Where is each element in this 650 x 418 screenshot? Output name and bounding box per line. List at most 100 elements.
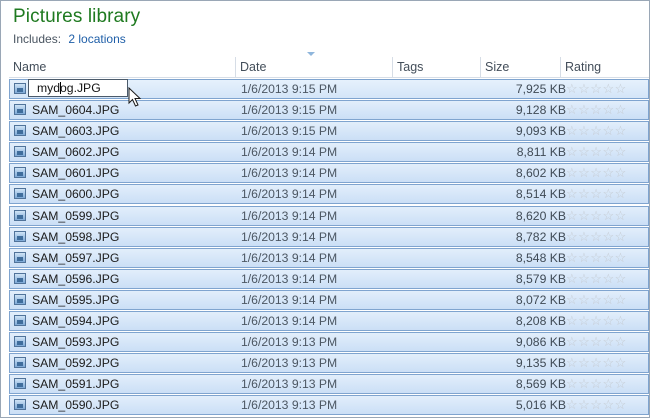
file-name: SAM_0593.JPG <box>32 335 120 350</box>
file-date: 1/6/2013 9:13 PM <box>241 335 338 350</box>
file-size: 9,135 KB <box>515 356 566 371</box>
file-date: 1/6/2013 9:14 PM <box>241 271 338 286</box>
file-date: 1/6/2013 9:14 PM <box>241 229 338 244</box>
library-header: Pictures library Includes: 2 locations <box>13 6 140 46</box>
file-size: 5,016 KB <box>515 398 566 413</box>
file-row[interactable]: SAM_0600.JPG 1/6/2013 9:14 PM 8,514 KB ☆… <box>9 184 649 205</box>
file-size: 9,128 KB <box>515 103 566 118</box>
file-date: 1/6/2013 9:13 PM <box>241 398 338 413</box>
explorer-window: Pictures library Includes: 2 locations N… <box>0 0 650 418</box>
image-file-icon <box>14 125 26 137</box>
file-row[interactable]: SAM_0603.JPG 1/6/2013 9:15 PM 9,093 KB ☆… <box>9 121 649 142</box>
column-rating-header[interactable]: Rating <box>561 57 649 77</box>
file-date: 1/6/2013 9:14 PM <box>241 145 338 160</box>
file-row[interactable]: SAM_0596.JPG 1/6/2013 9:14 PM 8,579 KB ☆… <box>9 268 649 289</box>
image-file-icon <box>14 399 26 411</box>
file-row[interactable]: SAM_0601.JPG 1/6/2013 9:14 PM 8,602 KB ☆… <box>9 163 649 184</box>
locations-link[interactable]: 2 locations <box>68 32 125 46</box>
column-date-header[interactable]: Date <box>236 57 392 77</box>
column-size-header[interactable]: Size <box>481 57 560 77</box>
file-name: SAM_0602.JPG <box>32 145 120 160</box>
file-name: SAM_0594.JPG <box>32 314 120 329</box>
file-name: SAM_0600.JPG <box>32 187 120 202</box>
image-file-icon <box>14 188 26 200</box>
image-file-icon <box>14 209 26 221</box>
star-rating[interactable]: ☆☆☆☆☆ <box>566 312 646 330</box>
file-date: 1/6/2013 9:14 PM <box>241 314 338 329</box>
star-rating[interactable]: ☆☆☆☆☆ <box>566 80 646 98</box>
file-row[interactable]: SAM_0604.JPG 1/6/2013 9:15 PM 9,128 KB ☆… <box>9 100 649 121</box>
library-includes: Includes: 2 locations <box>13 32 140 46</box>
file-size: 8,811 KB <box>516 145 566 160</box>
file-size: 9,093 KB <box>515 124 566 139</box>
file-size: 8,782 KB <box>515 229 566 244</box>
file-size: 8,602 KB <box>515 166 566 181</box>
file-date: 1/6/2013 9:15 PM <box>241 103 338 118</box>
star-rating[interactable]: ☆☆☆☆☆ <box>566 207 646 225</box>
file-size: 8,548 KB <box>515 250 566 265</box>
file-row[interactable]: SAM_0593.JPG 1/6/2013 9:13 PM 9,086 KB ☆… <box>9 332 649 353</box>
star-rating[interactable]: ☆☆☆☆☆ <box>566 291 646 309</box>
file-list: 1/6/2013 9:15 PM 7,925 KB ☆☆☆☆☆ SAM_0604… <box>9 79 649 417</box>
star-rating[interactable]: ☆☆☆☆☆ <box>566 228 646 246</box>
image-file-icon <box>14 104 26 116</box>
file-size: 8,579 KB <box>515 271 566 286</box>
file-date: 1/6/2013 9:15 PM <box>241 82 338 96</box>
star-rating[interactable]: ☆☆☆☆☆ <box>566 396 646 414</box>
file-size: 9,086 KB <box>515 335 566 350</box>
file-row[interactable]: SAM_0598.JPG 1/6/2013 9:14 PM 8,782 KB ☆… <box>9 226 649 247</box>
file-date: 1/6/2013 9:14 PM <box>241 187 338 202</box>
image-file-icon <box>14 251 26 263</box>
star-rating[interactable]: ☆☆☆☆☆ <box>566 143 646 161</box>
file-size: 8,072 KB <box>515 292 566 307</box>
file-name: SAM_0603.JPG <box>32 124 120 139</box>
file-size: 8,208 KB <box>515 314 566 329</box>
file-date: 1/6/2013 9:15 PM <box>241 124 338 139</box>
file-row[interactable]: SAM_0602.JPG 1/6/2013 9:14 PM 8,811 KB ☆… <box>9 142 649 163</box>
image-file-icon <box>14 83 26 94</box>
file-size: 8,514 KB <box>515 187 566 202</box>
file-row[interactable]: SAM_0590.JPG 1/6/2013 9:13 PM 5,016 KB ☆… <box>9 395 649 416</box>
includes-label: Includes: <box>13 32 62 46</box>
file-row[interactable]: SAM_0599.JPG 1/6/2013 9:14 PM 8,620 KB ☆… <box>9 205 649 226</box>
file-size: 8,569 KB <box>515 377 566 392</box>
star-rating[interactable]: ☆☆☆☆☆ <box>566 375 646 393</box>
file-row[interactable]: SAM_0592.JPG 1/6/2013 9:13 PM 9,135 KB ☆… <box>9 353 649 374</box>
star-rating[interactable]: ☆☆☆☆☆ <box>566 185 646 203</box>
star-rating[interactable]: ☆☆☆☆☆ <box>566 354 646 372</box>
column-header-bar: Name Date Tags Size Rating <box>9 52 649 78</box>
file-name: SAM_0604.JPG <box>32 103 120 118</box>
image-file-icon <box>14 230 26 242</box>
rename-input[interactable] <box>28 79 128 97</box>
file-name: SAM_0597.JPG <box>32 250 120 265</box>
star-rating[interactable]: ☆☆☆☆☆ <box>566 101 646 119</box>
file-row[interactable]: SAM_0594.JPG 1/6/2013 9:14 PM 8,208 KB ☆… <box>9 311 649 332</box>
file-row[interactable]: SAM_0595.JPG 1/6/2013 9:14 PM 8,072 KB ☆… <box>9 289 649 310</box>
file-name: SAM_0590.JPG <box>32 398 120 413</box>
text-caret <box>60 82 61 94</box>
file-name: SAM_0595.JPG <box>32 292 120 307</box>
image-file-icon <box>14 336 26 348</box>
image-file-icon <box>14 146 26 158</box>
file-name: SAM_0596.JPG <box>32 271 120 286</box>
star-rating[interactable]: ☆☆☆☆☆ <box>566 249 646 267</box>
column-name-header[interactable]: Name <box>9 57 235 77</box>
star-rating[interactable]: ☆☆☆☆☆ <box>566 164 646 182</box>
image-file-icon <box>14 378 26 390</box>
file-row[interactable]: 1/6/2013 9:15 PM 7,925 KB ☆☆☆☆☆ <box>9 79 649 99</box>
mouse-pointer-icon <box>128 87 142 107</box>
file-row[interactable]: SAM_0597.JPG 1/6/2013 9:14 PM 8,548 KB ☆… <box>9 247 649 268</box>
star-rating[interactable]: ☆☆☆☆☆ <box>566 270 646 288</box>
image-file-icon <box>14 293 26 305</box>
file-name: SAM_0591.JPG <box>32 377 120 392</box>
file-date: 1/6/2013 9:13 PM <box>241 377 338 392</box>
star-rating[interactable]: ☆☆☆☆☆ <box>566 122 646 140</box>
file-name: SAM_0599.JPG <box>32 208 120 223</box>
image-file-icon <box>14 357 26 369</box>
file-row[interactable]: SAM_0591.JPG 1/6/2013 9:13 PM 8,569 KB ☆… <box>9 374 649 395</box>
star-rating[interactable]: ☆☆☆☆☆ <box>566 333 646 351</box>
file-size: 7,925 KB <box>515 82 566 96</box>
file-date: 1/6/2013 9:14 PM <box>241 166 338 181</box>
file-date: 1/6/2013 9:13 PM <box>241 356 338 371</box>
column-tags-header[interactable]: Tags <box>393 57 480 77</box>
